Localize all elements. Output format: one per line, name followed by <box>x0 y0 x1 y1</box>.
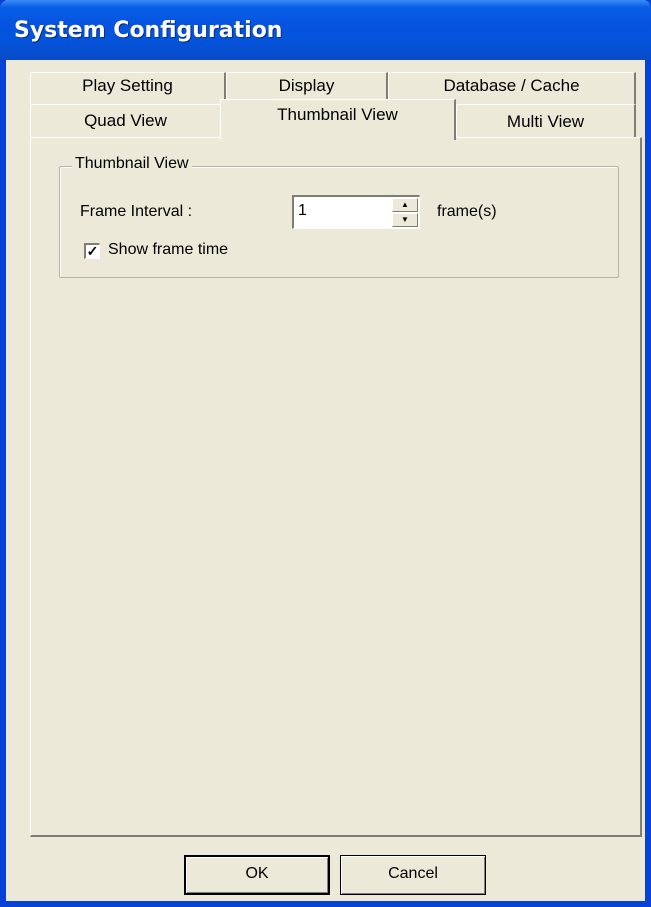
tab-multi-view[interactable]: Multi View <box>456 104 636 138</box>
show-frame-time-label[interactable]: Show frame time <box>108 241 228 259</box>
show-frame-time-checkbox[interactable]: ✓ <box>84 243 100 259</box>
frame-interval-label: Frame Interval : <box>80 203 193 220</box>
thumbnail-view-group: Thumbnail View Frame Interval : 1 ▲ ▼ fr… <box>59 155 619 278</box>
spin-down-button[interactable]: ▼ <box>392 213 418 227</box>
tab-label: Quad View <box>84 111 167 130</box>
window-title: System Configuration <box>14 18 283 43</box>
tab-label: Database / Cache <box>443 76 580 95</box>
tab-play-setting[interactable]: Play Setting <box>30 72 226 104</box>
frame-unit-label: frame(s) <box>437 203 497 220</box>
group-title: Thumbnail View <box>72 155 192 173</box>
tab-quad-view[interactable]: Quad View <box>30 104 222 138</box>
frame-interval-value: 1 <box>298 202 307 219</box>
frame-interval-spinner: ▲ ▼ <box>392 198 418 227</box>
tab-panel-thumbnail-view: Thumbnail View Frame Interval : 1 ▲ ▼ fr… <box>30 137 642 837</box>
title-bar[interactable]: System Configuration <box>0 0 651 60</box>
tab-label: Play Setting <box>82 76 173 95</box>
ok-button[interactable]: OK <box>184 855 330 895</box>
checkmark-icon: ✓ <box>86 243 99 259</box>
tab-label: Thumbnail View <box>277 105 398 124</box>
frame-interval-input[interactable]: 1 ▲ ▼ <box>292 195 420 229</box>
tab-label: Display <box>278 76 335 95</box>
tab-label: Multi View <box>506 112 585 131</box>
spin-up-button[interactable]: ▲ <box>392 198 418 212</box>
cancel-button[interactable]: Cancel <box>340 855 486 895</box>
ok-button-label: OK <box>245 865 269 882</box>
tab-thumbnail-view[interactable]: Thumbnail View <box>220 99 456 140</box>
cancel-button-label: Cancel <box>388 865 438 882</box>
system-configuration-dialog: System Configuration Play Setting Displa… <box>0 0 651 907</box>
